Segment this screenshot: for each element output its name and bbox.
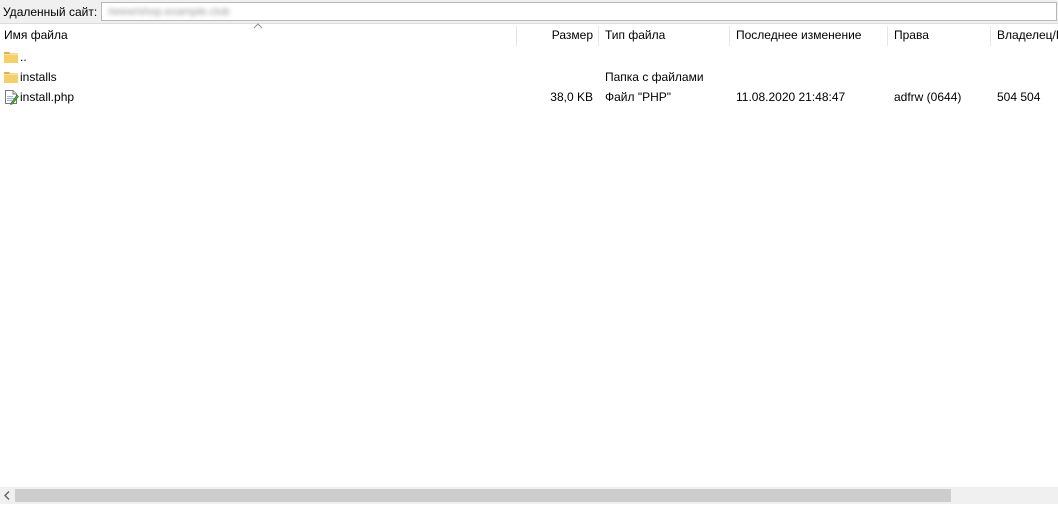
table-row[interactable]: install.php 38,0 KB Файл "PHP" 11.08.202… bbox=[0, 87, 1058, 107]
scrollbar-thumb[interactable] bbox=[15, 489, 951, 502]
column-header-permissions[interactable]: Права bbox=[894, 24, 988, 47]
folder-icon bbox=[4, 52, 18, 63]
file-permissions: adfrw (0644) bbox=[894, 90, 962, 104]
file-modified: 11.08.2020 21:48:47 bbox=[736, 90, 846, 104]
folder-icon bbox=[4, 72, 18, 83]
column-separator[interactable] bbox=[516, 26, 517, 46]
remote-site-label: Удаленный сайт: bbox=[3, 5, 98, 19]
column-header-size[interactable]: Размер bbox=[518, 24, 593, 47]
sort-up-arrow-icon bbox=[253, 23, 263, 29]
file-owner bbox=[997, 67, 1058, 87]
file-modified bbox=[736, 67, 884, 87]
file-size bbox=[518, 67, 593, 87]
file-modified bbox=[736, 47, 884, 67]
file-name: install.php bbox=[20, 90, 75, 104]
file-name: .. bbox=[20, 50, 27, 64]
file-permissions bbox=[894, 67, 988, 87]
column-separator[interactable] bbox=[729, 26, 730, 46]
column-separator[interactable] bbox=[887, 26, 888, 46]
file-type bbox=[605, 47, 727, 67]
file-permissions bbox=[894, 47, 988, 67]
file-name: installs bbox=[20, 70, 57, 84]
remote-path-bar: Удаленный сайт: /www/shop.example.club bbox=[0, 0, 1058, 24]
file-size bbox=[518, 47, 593, 67]
file-list-header: Имя файла Размер Тип файла Последнее изм… bbox=[0, 23, 1058, 47]
remote-path-input[interactable]: /www/shop.example.club bbox=[101, 2, 1057, 21]
table-row[interactable]: installs Папка с файлами bbox=[0, 67, 1058, 87]
horizontal-scrollbar[interactable] bbox=[0, 487, 1058, 504]
column-header-modified[interactable]: Последнее изменение bbox=[736, 24, 884, 47]
file-type: Папка с файлами bbox=[605, 70, 704, 84]
column-separator[interactable] bbox=[598, 26, 599, 46]
file-owner: 504 504 bbox=[997, 90, 1041, 104]
remote-path-value: /www/shop.example.club bbox=[108, 6, 230, 18]
table-row[interactable]: .. bbox=[0, 47, 1058, 67]
file-size: 38,0 KB bbox=[550, 90, 593, 104]
chevron-left-icon[interactable] bbox=[3, 490, 11, 501]
file-list: .. installs Папка с файлами install.php … bbox=[0, 47, 1058, 107]
column-header-owner[interactable]: Владелец/Группа bbox=[997, 24, 1058, 47]
file-owner bbox=[997, 47, 1058, 67]
remote-file-pane: Удаленный сайт: /www/shop.example.club И… bbox=[0, 0, 1058, 506]
column-separator[interactable] bbox=[990, 26, 991, 46]
php-file-icon bbox=[5, 90, 19, 105]
column-header-type[interactable]: Тип файла bbox=[605, 24, 727, 47]
file-type: Файл "PHP" bbox=[605, 90, 672, 104]
